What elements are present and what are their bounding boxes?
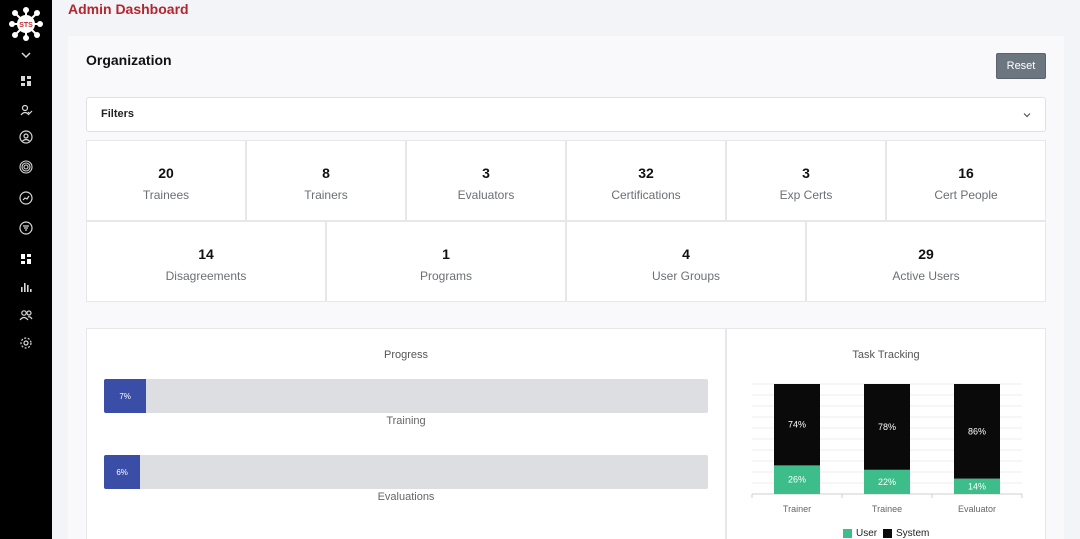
legend-swatch-system — [883, 529, 892, 538]
stat-label: Programs — [419, 269, 472, 283]
x-tick-label: Evaluator — [958, 504, 996, 514]
filters-accordion[interactable]: Filters — [86, 97, 1046, 132]
stat-value: 8 — [322, 165, 330, 181]
data-label: 78% — [878, 422, 896, 432]
stat-card-user-groups: 4 User Groups — [566, 221, 806, 302]
task-tracking-chart: 26% 74% Trainer 22% 78% Trainee 14% 86% Evaluato… — [751, 383, 1023, 514]
stat-card-trainers: 8 Trainers — [246, 140, 406, 221]
stat-value: 29 — [918, 246, 934, 262]
chart-circle-icon[interactable] — [19, 191, 33, 205]
filter-circle-icon[interactable] — [19, 221, 33, 235]
x-tick-label: Trainee — [872, 504, 902, 514]
gear-icon[interactable] — [19, 336, 33, 350]
stat-label: Disagreements — [165, 269, 247, 283]
progress-fill: 6% — [104, 455, 141, 489]
stat-label: Exp Certs — [779, 188, 833, 202]
chevron-down-icon — [1023, 113, 1031, 118]
stat-value: 16 — [958, 165, 974, 181]
stat-label: Cert People — [934, 188, 998, 202]
user-circle-icon[interactable] — [19, 130, 33, 144]
stat-label: Trainees — [142, 188, 190, 202]
stat-card-evaluators: 3 Evaluators — [406, 140, 566, 221]
training-progress-bar: 7% — [104, 379, 708, 413]
stat-value: 3 — [802, 165, 810, 181]
stat-value: 14 — [198, 246, 214, 262]
logo-text: STS — [19, 22, 33, 29]
progress-panel: Progress — [86, 328, 726, 539]
data-label: 14% — [968, 481, 986, 491]
stat-value: 3 — [482, 165, 490, 181]
dashboard-icon[interactable] — [19, 74, 33, 88]
stat-card-programs: 1 Programs — [326, 221, 566, 302]
progress-fill: 7% — [104, 379, 147, 413]
stat-card-disagreements: 14 Disagreements — [86, 221, 326, 302]
sidebar: STS — [0, 0, 52, 539]
legend-label: System — [896, 528, 930, 539]
stat-value: 32 — [638, 165, 654, 181]
stat-value: 4 — [682, 246, 690, 262]
organization-title: Organization — [86, 52, 172, 68]
stat-label: Evaluators — [457, 188, 515, 202]
progress-caption: Evaluations — [377, 491, 435, 503]
stat-card-exp-certs: 3 Exp Certs — [726, 140, 886, 221]
reset-button[interactable]: Reset — [996, 53, 1046, 79]
stat-label: Certifications — [611, 188, 681, 202]
x-tick-label: Trainer — [783, 504, 811, 514]
legend-user: User — [843, 528, 877, 539]
legend-swatch-user — [843, 529, 852, 538]
legend-label: User — [856, 528, 878, 539]
users-icon[interactable] — [19, 308, 33, 322]
legend-system: System — [883, 528, 929, 539]
data-label: 74% — [788, 420, 806, 430]
target-icon[interactable] — [19, 160, 33, 174]
progress-caption: Training — [386, 415, 426, 427]
task-tracking-title: Task Tracking — [852, 349, 920, 361]
data-label: 86% — [968, 426, 986, 436]
page-title: Admin Dashboard — [68, 1, 189, 17]
stat-card-trainees: 20 Trainees — [86, 140, 246, 221]
logo[interactable]: STS — [8, 6, 44, 42]
progress-title: Progress — [383, 349, 429, 361]
stat-value: 1 — [442, 246, 450, 262]
stat-card-cert-people: 16 Cert People — [886, 140, 1046, 221]
stat-card-active-users: 29 Active Users — [806, 221, 1046, 302]
user-check-icon[interactable] — [19, 103, 33, 117]
stat-card-certifications: 32 Certifications — [566, 140, 726, 221]
stat-value: 20 — [158, 165, 174, 181]
stat-label: User Groups — [651, 269, 721, 283]
stat-label: Active Users — [892, 269, 960, 283]
grid-icon[interactable] — [19, 252, 33, 266]
filters-label: Filters — [101, 108, 135, 120]
collapse-chevron-icon[interactable] — [19, 48, 33, 62]
bar-chart-icon[interactable] — [19, 280, 33, 294]
data-label: 26% — [788, 475, 806, 485]
data-label: 22% — [878, 477, 896, 487]
stat-label: Trainers — [304, 188, 348, 202]
evaluations-progress-bar: 6% — [104, 455, 708, 489]
